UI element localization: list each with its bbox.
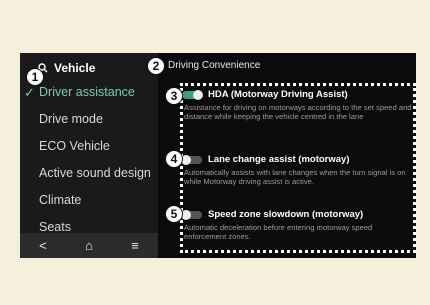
option-description: Automatic deceleration before entering m… — [184, 223, 373, 241]
sidebar-item-active-sound-design[interactable]: Active sound design — [20, 160, 158, 187]
option-hda[interactable]: HDA (Motorway Driving Assist) Assistance… — [182, 89, 412, 121]
sidebar-title: Vehicle — [54, 61, 96, 75]
speed-zone-slowdown-toggle[interactable] — [181, 209, 202, 220]
sidebar-item-label: Seats — [39, 220, 71, 234]
sidebar-item-label: ECO Vehicle — [39, 139, 110, 153]
sidebar-item-label: Climate — [39, 193, 82, 207]
option-speed-zone-slowdown[interactable]: Speed zone slowdown (motorway) Automatic… — [181, 209, 412, 241]
option-lane-change-assist[interactable]: Lane change assist (motorway) Automatica… — [181, 154, 412, 186]
option-description: Assistance for driving on motorways acco… — [184, 103, 412, 121]
sidebar-item-label: Active sound design — [39, 166, 151, 180]
option-title: Lane change assist (motorway) — [208, 154, 350, 165]
callout-badge-3: 3 — [165, 87, 183, 105]
sidebar-item-label: Drive mode — [39, 112, 103, 126]
back-icon[interactable]: < — [39, 238, 47, 253]
sidebar-item-eco-vehicle[interactable]: ECO Vehicle — [20, 133, 158, 160]
option-description: Automatically assists with lane changes … — [184, 168, 406, 186]
option-title: HDA (Motorway Driving Assist) — [208, 89, 348, 100]
callout-badge-1: 1 — [26, 68, 44, 86]
hda-toggle[interactable] — [182, 89, 203, 100]
menu-icon[interactable]: ≡ — [131, 238, 139, 253]
callout-badge-4: 4 — [165, 150, 183, 168]
lane-change-assist-toggle[interactable] — [181, 154, 202, 165]
home-icon[interactable]: ⌂ — [85, 238, 93, 253]
sidebar-item-climate[interactable]: Climate — [20, 187, 158, 214]
sidebar-item-label: Driver assistance — [39, 85, 135, 99]
infotainment-screen: Vehicle ✓ Driver assistance Drive mode E… — [20, 53, 416, 258]
callout-badge-2: 2 — [147, 57, 165, 75]
option-title: Speed zone slowdown (motorway) — [208, 209, 364, 220]
sidebar-header: Vehicle — [38, 59, 95, 77]
bottom-nav-bar: < ⌂ ≡ — [20, 233, 158, 258]
sidebar-item-drive-mode[interactable]: Drive mode — [20, 106, 158, 133]
sidebar-menu: ✓ Driver assistance Drive mode ECO Vehic… — [20, 79, 158, 241]
callout-badge-5: 5 — [165, 205, 183, 223]
page-title: Driving Convenience — [168, 60, 261, 71]
